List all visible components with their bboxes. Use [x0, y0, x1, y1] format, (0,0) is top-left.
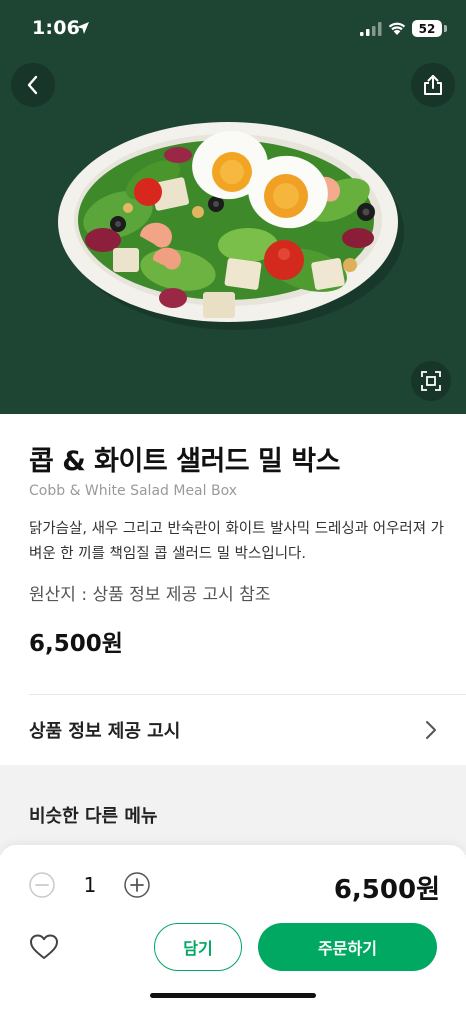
order-total-price: 6,500원 — [333, 875, 440, 905]
status-time: 1:06 — [32, 17, 81, 39]
order-now-button[interactable]: 주문하기 — [258, 923, 437, 971]
product-title: 콥 & 화이트 샐러드 밀 박스 — [29, 446, 340, 477]
chevron-right-icon — [426, 721, 436, 739]
product-english-name: Cobb & White Salad Meal Box — [29, 483, 237, 499]
fullscreen-icon — [421, 371, 441, 391]
order-bar: 1 6,500원 담기 주문하기 — [0, 845, 466, 1009]
quantity-value: 1 — [83, 873, 97, 897]
status-bar: 1:06 52 — [0, 0, 466, 60]
cellular-signal-icon — [360, 22, 382, 36]
home-indicator — [150, 993, 316, 998]
product-origin: 원산지 : 상품 정보 제공 고시 참조 — [29, 585, 271, 605]
product-notice-link[interactable]: 상품 정보 제공 고시 — [0, 695, 466, 765]
add-to-cart-button[interactable]: 담기 — [154, 923, 242, 971]
favorite-heart-icon[interactable] — [29, 933, 59, 961]
quantity-decrease-button[interactable] — [29, 872, 55, 898]
share-button[interactable] — [411, 63, 455, 107]
chevron-left-icon — [27, 75, 38, 95]
similar-menu-section: 비슷한 다른 메뉴 — [0, 765, 466, 855]
battery-level: 52 — [418, 21, 436, 36]
product-hero-image: 1:06 52 — [0, 0, 466, 414]
wifi-icon — [388, 22, 406, 35]
battery-tip — [444, 25, 447, 32]
product-notice-label: 상품 정보 제공 고시 — [29, 721, 181, 742]
similar-menu-title: 비슷한 다른 메뉴 — [29, 806, 158, 827]
quantity-increase-button[interactable] — [124, 872, 150, 898]
battery-icon: 52 — [412, 20, 442, 37]
fullscreen-button[interactable] — [411, 361, 451, 401]
share-icon — [424, 75, 442, 95]
back-button[interactable] — [11, 63, 55, 107]
product-description: 닭가슴살, 새우 그리고 반숙란이 화이트 발사믹 드레싱과 어우러져 가벼운 … — [29, 521, 444, 562]
location-arrow-icon — [77, 22, 89, 34]
salad-bowl-image — [58, 122, 404, 330]
product-price: 6,500원 — [29, 631, 123, 657]
